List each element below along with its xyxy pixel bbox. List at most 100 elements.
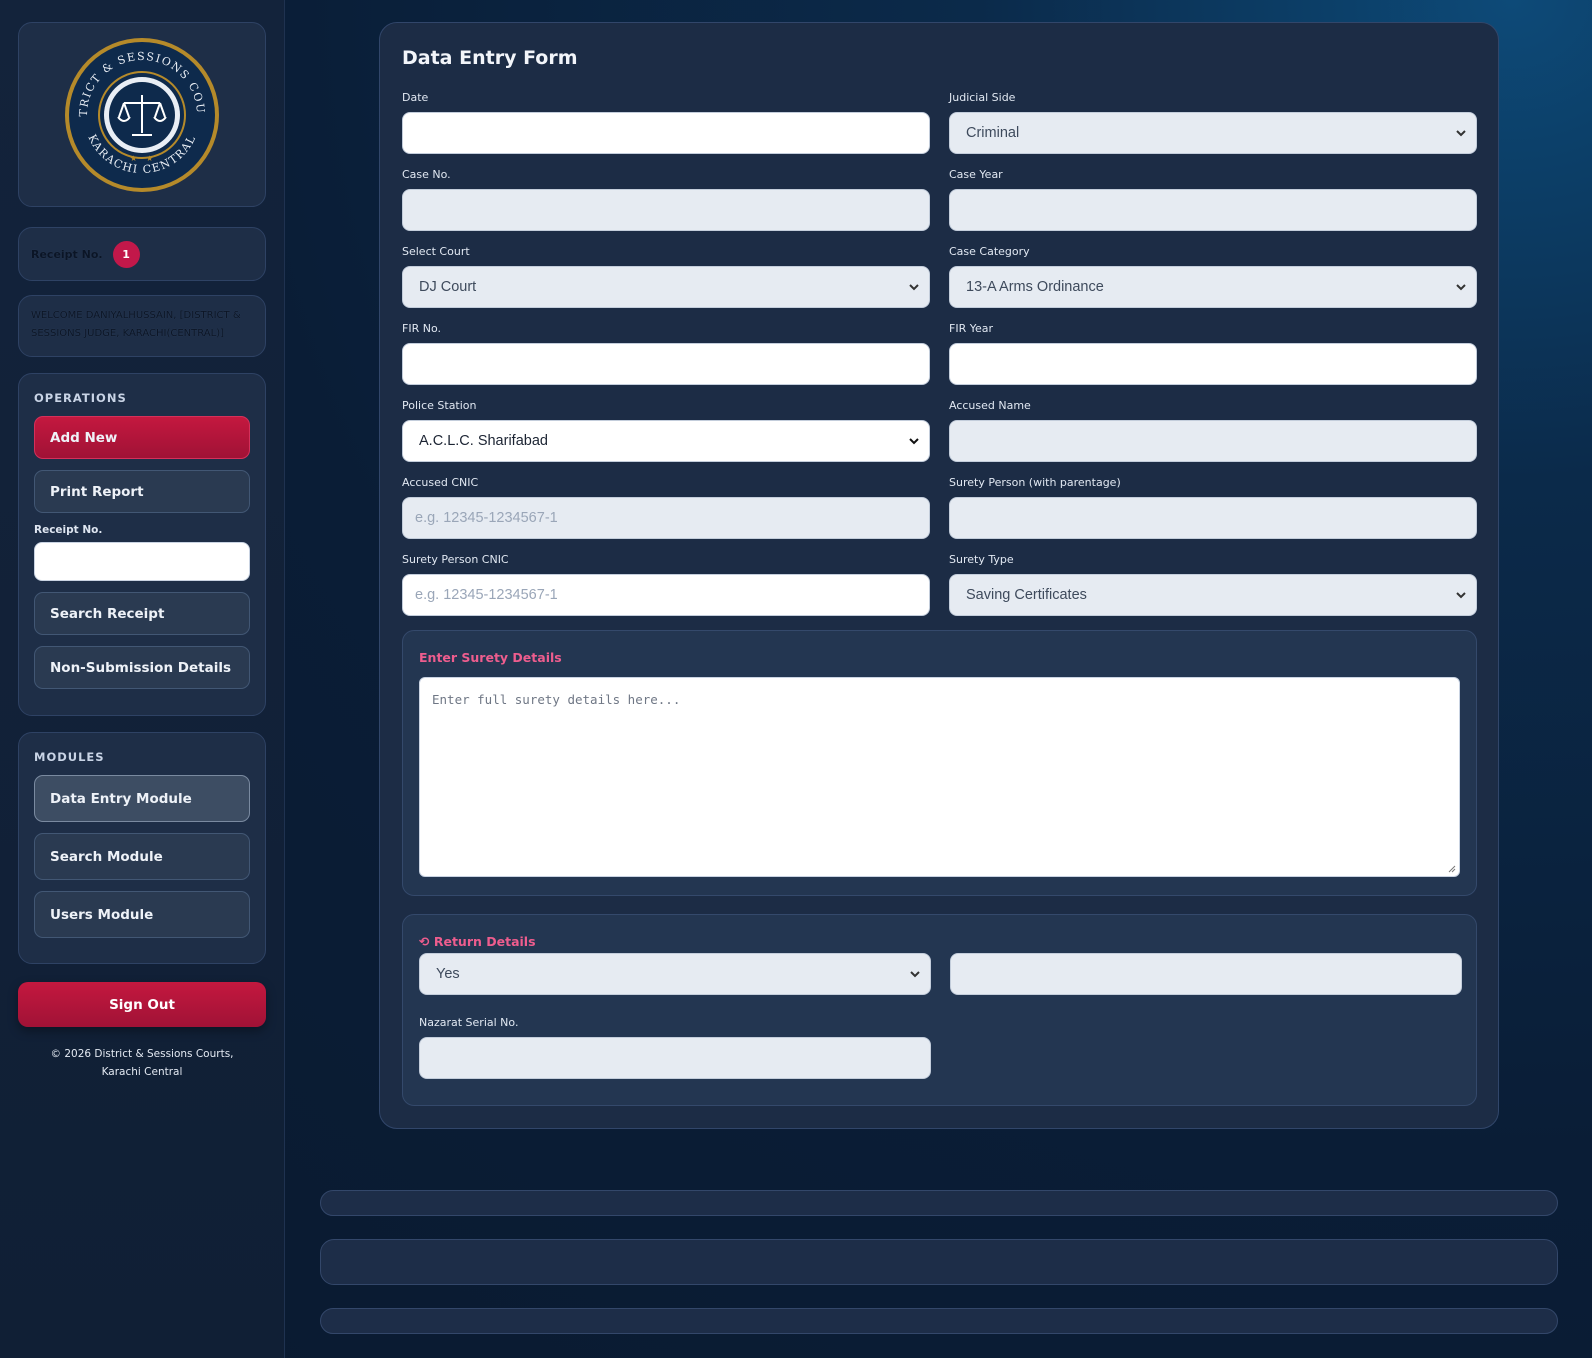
surety-type-select[interactable]: Saving Certificates [949, 574, 1477, 616]
fir-no-label: FIR No. [402, 322, 441, 335]
modules-title: MODULES [34, 750, 105, 764]
fir-no-field: FIR No. [402, 322, 930, 385]
nazarat-serial-input[interactable] [419, 1037, 931, 1079]
return-info-input[interactable] [950, 953, 1462, 995]
select-court-field: Select Court DJ Court [402, 245, 930, 308]
accused-name-input[interactable] [949, 420, 1477, 462]
receipt-search-input[interactable] [34, 542, 250, 581]
accused-cnic-label: Accused CNIC [402, 476, 479, 489]
judicial-side-value: Criminal [966, 125, 1020, 141]
form-title: Data Entry Form [402, 47, 578, 69]
date-field: Date [402, 91, 930, 154]
judicial-side-label: Judicial Side [949, 91, 1016, 104]
footer-bar-2 [320, 1239, 1558, 1285]
select-court-value: DJ Court [419, 279, 477, 295]
case-no-field: Case No. [402, 168, 930, 231]
return-info-field [950, 953, 1462, 995]
data-entry-form: Data Entry Form Date Judicial Side Crimi… [379, 22, 1499, 1129]
nazarat-serial-field: Nazarat Serial No. [419, 1016, 931, 1079]
accused-name-field: Accused Name [949, 399, 1477, 462]
chevron-down-icon [909, 438, 919, 445]
receipt-count-badge: 1 [112, 240, 140, 268]
non-submission-details-button[interactable]: Non-Submission Details [34, 646, 250, 689]
operations-panel: OPERATIONS Add New Print Report Receipt … [18, 373, 266, 716]
operations-title: OPERATIONS [34, 391, 127, 405]
add-new-button[interactable]: Add New [34, 416, 250, 459]
surety-type-value: Saving Certificates [966, 587, 1087, 603]
receipt-counter: Receipt No. 1 [18, 227, 266, 281]
accused-name-label: Accused Name [949, 399, 1031, 412]
case-no-input[interactable] [402, 189, 930, 231]
police-station-select[interactable]: A.C.L.C. Sharifabad [402, 420, 930, 462]
chevron-down-icon [910, 971, 920, 978]
police-station-label: Police Station [402, 399, 477, 412]
surety-person-field: Surety Person (with parentage) [949, 476, 1477, 539]
surety-cnic-field: Surety Person CNIC e.g. 12345-1234567-1 [402, 553, 930, 616]
case-category-value: 13-A Arms Ordinance [966, 279, 1104, 295]
copyright: © 2026 District & Sessions Courts, Karac… [18, 1045, 266, 1081]
accused-cnic-field: Accused CNIC e.g. 12345-1234567-1 [402, 476, 930, 539]
court-seal-logo: DISTRICT & SESSIONS COURTS KARACHI CENTR… [62, 35, 219, 192]
returned-select[interactable]: Yes [419, 953, 931, 995]
select-court-label: Select Court [402, 245, 470, 258]
footer-bar-1 [320, 1190, 1558, 1216]
police-station-field: Police Station A.C.L.C. Sharifabad [402, 399, 930, 462]
logo-card: DISTRICT & SESSIONS COURTS KARACHI CENTR… [18, 22, 266, 207]
surety-person-label: Surety Person (with parentage) [949, 476, 1121, 489]
case-category-field: Case Category 13-A Arms Ordinance [949, 245, 1477, 308]
surety-details-title: Enter Surety Details [419, 650, 562, 665]
case-category-select[interactable]: 13-A Arms Ordinance [949, 266, 1477, 308]
search-module-button[interactable]: Search Module [34, 833, 250, 880]
nazarat-serial-label: Nazarat Serial No. [419, 1016, 519, 1029]
return-details-panel: ⟲ Return Details Yes Nazarat Serial No. [402, 914, 1477, 1106]
copyright-line2: Karachi Central [101, 1066, 183, 1078]
return-details-title-row: ⟲ Return Details [419, 934, 536, 949]
copyright-line1: © 2026 District & Sessions Courts, [50, 1048, 234, 1060]
print-report-button[interactable]: Print Report [34, 470, 250, 513]
returned-field: Yes [419, 953, 931, 995]
receipt-search-label: Receipt No. [34, 524, 103, 536]
surety-cnic-label: Surety Person CNIC [402, 553, 509, 566]
users-module-button[interactable]: Users Module [34, 891, 250, 938]
select-court-select[interactable]: DJ Court [402, 266, 930, 308]
police-station-value: A.C.L.C. Sharifabad [419, 433, 548, 449]
surety-details-panel: Enter Surety Details Enter full surety d… [402, 630, 1477, 896]
sign-out-button[interactable]: Sign Out [18, 982, 266, 1027]
data-entry-module-button[interactable]: Data Entry Module [34, 775, 250, 822]
surety-person-input[interactable] [949, 497, 1477, 539]
fir-no-input[interactable] [402, 343, 930, 385]
chevron-down-icon [909, 284, 919, 291]
surety-type-label: Surety Type [949, 553, 1014, 566]
welcome-message: WELCOME DANIYALHUSSAIN, [DISTRICT & SESS… [18, 295, 266, 357]
resize-handle-icon[interactable] [1448, 865, 1456, 873]
chevron-down-icon [1456, 592, 1466, 599]
case-year-field: Case Year [949, 168, 1477, 231]
return-details-title: Return Details [433, 934, 536, 949]
fir-year-label: FIR Year [949, 322, 993, 335]
chevron-down-icon [1456, 130, 1466, 137]
date-input[interactable] [402, 112, 930, 154]
fir-year-input[interactable] [949, 343, 1477, 385]
receipt-counter-label: Receipt No. [31, 247, 103, 261]
surety-details-placeholder: Enter full surety details here... [432, 692, 681, 707]
case-year-input[interactable] [949, 189, 1477, 231]
case-category-label: Case Category [949, 245, 1030, 258]
accused-cnic-input[interactable]: e.g. 12345-1234567-1 [402, 497, 930, 539]
undo-icon: ⟲ [419, 934, 430, 949]
returned-value: Yes [436, 966, 460, 982]
sidebar: DISTRICT & SESSIONS COURTS KARACHI CENTR… [0, 0, 285, 1358]
footer-bar-3 [320, 1308, 1558, 1334]
svg-text:★: ★ [130, 154, 137, 163]
svg-text:★: ★ [146, 154, 153, 163]
fir-year-field: FIR Year [949, 322, 1477, 385]
surety-details-textarea[interactable]: Enter full surety details here... [419, 677, 1460, 877]
judicial-side-select[interactable]: Criminal [949, 112, 1477, 154]
date-label: Date [402, 91, 429, 104]
surety-type-field: Surety Type Saving Certificates [949, 553, 1477, 616]
chevron-down-icon [1456, 284, 1466, 291]
search-receipt-button[interactable]: Search Receipt [34, 592, 250, 635]
judicial-side-field: Judicial Side Criminal [949, 91, 1477, 154]
case-no-label: Case No. [402, 168, 451, 181]
case-year-label: Case Year [949, 168, 1003, 181]
surety-cnic-input[interactable]: e.g. 12345-1234567-1 [402, 574, 930, 616]
